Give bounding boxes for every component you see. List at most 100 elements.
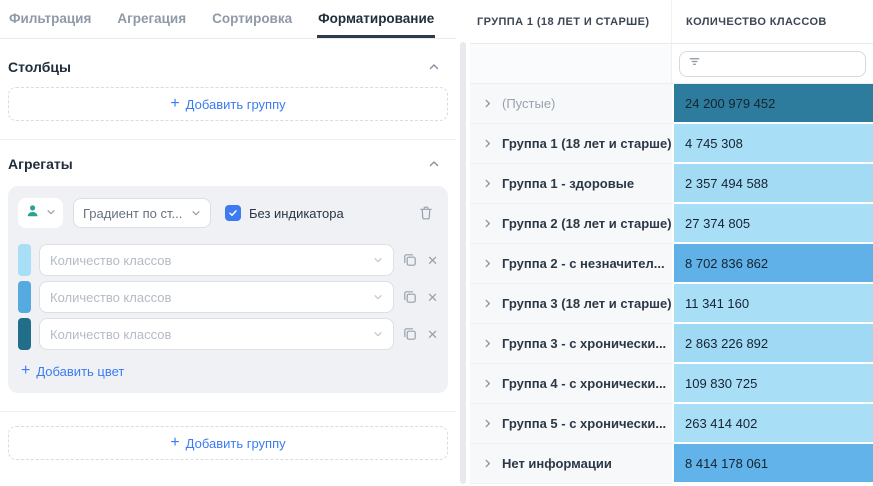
copy-icon[interactable] [402, 252, 418, 268]
aggregate-group-card: Градиент по ст... Без индикатора [8, 186, 448, 393]
row-label: (Пустые) [502, 96, 555, 111]
chevron-down-icon [373, 253, 383, 268]
plus-icon: + [21, 363, 30, 379]
copy-icon[interactable] [402, 289, 418, 305]
columns-section-title: Столбцы [8, 59, 71, 75]
color-row-actions: ✕ [402, 289, 438, 305]
table-filter-row [470, 44, 873, 84]
tab-sorting[interactable]: Сортировка [211, 9, 293, 38]
row-label: Группа 5 - с хронически... [502, 416, 666, 431]
table-body: (Пустые) 24 200 979 452 Группа 1 (18 лет… [470, 84, 873, 484]
add-color-button[interactable]: + Добавить цвет [21, 363, 124, 379]
column-header-count[interactable]: КОЛИЧЕСТВО КЛАССОВ [672, 0, 873, 43]
table-row: Группа 3 (18 лет и старше) 11 341 160 [470, 284, 873, 324]
row-label-cell[interactable]: Группа 2 (18 лет и старше) [470, 204, 672, 244]
remove-color-icon[interactable]: ✕ [427, 328, 438, 341]
settings-panel: Фильтрация Агрегация Сортировка Форматир… [0, 0, 456, 486]
chevron-down-icon [191, 206, 201, 221]
tab-aggregation[interactable]: Агрегация [116, 9, 187, 38]
row-value: 4 745 308 [685, 136, 743, 151]
field-select-placeholder: Количество классов [50, 327, 171, 342]
row-label-cell[interactable]: Группа 1 - здоровые [470, 164, 672, 204]
chevron-right-icon[interactable] [482, 178, 493, 189]
indicator-type-icon [25, 203, 41, 224]
no-indicator-checkbox[interactable]: Без индикатора [225, 205, 344, 221]
color-swatch[interactable] [18, 244, 31, 276]
color-swatch[interactable] [18, 281, 31, 313]
color-swatch[interactable] [18, 318, 31, 350]
chevron-right-icon[interactable] [482, 138, 493, 149]
row-value-cell: 27 374 805 [672, 204, 873, 244]
tab-filtering[interactable]: Фильтрация [8, 9, 92, 38]
row-label-cell[interactable]: Группа 2 - с незначител... [470, 244, 672, 284]
plus-icon: + [170, 96, 179, 112]
panel-scrollbar[interactable] [456, 0, 470, 486]
field-select[interactable]: Количество классов [39, 318, 394, 350]
row-value-cell: 24 200 979 452 [672, 84, 873, 124]
row-label-cell[interactable]: Нет информации [470, 444, 672, 484]
column-filter-input[interactable] [679, 51, 866, 77]
tab-formatting[interactable]: Форматирование [317, 9, 435, 38]
add-group-label: Добавить группу [186, 436, 286, 451]
row-label: Группа 1 - здоровые [502, 176, 634, 191]
row-value: 2 863 226 892 [685, 336, 768, 351]
gradient-mode-select[interactable]: Градиент по ст... [73, 198, 211, 228]
row-label: Группа 3 - с хронически... [502, 336, 666, 351]
row-value: 263 414 402 [685, 416, 757, 431]
chevron-up-icon[interactable] [428, 61, 440, 73]
no-indicator-label: Без индикатора [249, 206, 344, 221]
row-label-cell[interactable]: Группа 4 - с хронически... [470, 364, 672, 404]
remove-color-icon[interactable]: ✕ [427, 254, 438, 267]
chevron-right-icon[interactable] [482, 458, 493, 469]
row-label: Группа 4 - с хронически... [502, 376, 666, 391]
table-row: Группа 3 - с хронически... 2 863 226 892 [470, 324, 873, 364]
row-value: 24 200 979 452 [685, 96, 775, 111]
field-select[interactable]: Количество классов [39, 244, 394, 276]
remove-color-icon[interactable]: ✕ [427, 291, 438, 304]
gradient-color-row: Количество классов ✕ [18, 244, 438, 276]
chevron-right-icon[interactable] [482, 218, 493, 229]
section-divider [0, 411, 456, 412]
plus-icon: + [170, 435, 179, 451]
scrollbar-thumb[interactable] [460, 42, 466, 484]
column-header-group[interactable]: ГРУППА 1 (18 ЛЕТ И СТАРШЕ) [470, 0, 672, 43]
copy-icon[interactable] [402, 326, 418, 342]
add-group-button-aggregates[interactable]: + Добавить группу [8, 426, 448, 460]
row-label: Группа 1 (18 лет и старше) [502, 136, 672, 151]
gradient-mode-value: Градиент по ст... [83, 206, 182, 221]
gradient-color-list: Количество классов ✕ [18, 244, 438, 350]
add-color-label: Добавить цвет [36, 364, 124, 379]
table-row: Группа 1 - здоровые 2 357 494 588 [470, 164, 873, 204]
table-row: Группа 2 (18 лет и старше) 27 374 805 [470, 204, 873, 244]
row-label-cell[interactable]: Группа 3 (18 лет и старше) [470, 284, 672, 324]
chevron-right-icon[interactable] [482, 378, 493, 389]
chevron-right-icon[interactable] [482, 298, 493, 309]
row-value-cell: 109 830 725 [672, 364, 873, 404]
row-value-cell: 2 357 494 588 [672, 164, 873, 204]
chevron-right-icon[interactable] [482, 258, 493, 269]
filter-icon [688, 55, 701, 73]
row-label-cell[interactable]: Группа 1 (18 лет и старше) [470, 124, 672, 164]
row-label-cell[interactable]: Группа 5 - с хронически... [470, 404, 672, 444]
aggregates-section-title: Агрегаты [8, 156, 73, 172]
add-group-button-columns[interactable]: + Добавить группу [8, 87, 448, 121]
aggregates-section-header: Агрегаты [0, 140, 456, 184]
gradient-color-row: Количество классов ✕ [18, 318, 438, 350]
chevron-right-icon[interactable] [482, 418, 493, 429]
chevron-right-icon[interactable] [482, 338, 493, 349]
filter-cell-group[interactable] [470, 44, 672, 83]
row-value: 8 702 836 862 [685, 256, 768, 271]
row-label-cell[interactable]: Группа 3 - с хронически... [470, 324, 672, 364]
table-row: Группа 1 (18 лет и старше) 4 745 308 [470, 124, 873, 164]
delete-group-button[interactable] [414, 203, 438, 223]
row-value: 2 357 494 588 [685, 176, 768, 191]
app-window: Фильтрация Агрегация Сортировка Форматир… [0, 0, 873, 486]
indicator-type-select[interactable] [18, 198, 63, 228]
field-select[interactable]: Количество классов [39, 281, 394, 313]
field-select-placeholder: Количество классов [50, 290, 171, 305]
filter-cell-count [672, 44, 873, 83]
row-value-cell: 11 341 160 [672, 284, 873, 324]
chevron-right-icon[interactable] [482, 98, 493, 109]
chevron-up-icon[interactable] [428, 158, 440, 170]
row-label-cell[interactable]: (Пустые) [470, 84, 672, 124]
